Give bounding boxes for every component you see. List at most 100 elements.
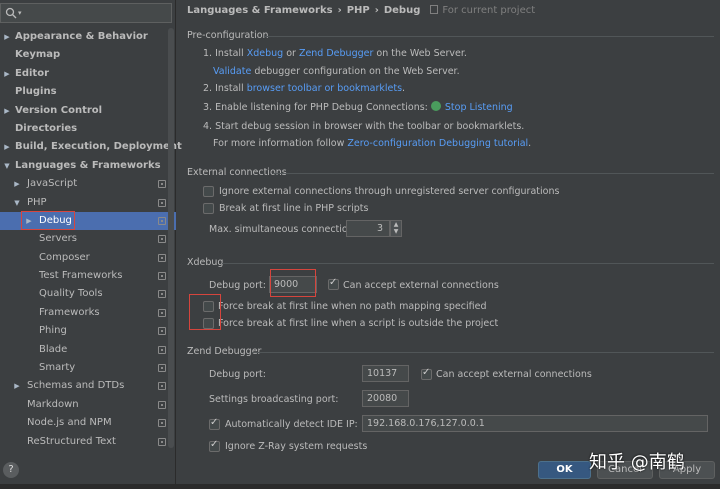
stop-listening-link[interactable]: Stop Listening: [445, 102, 513, 113]
zend-accept-label: Can accept external connections: [436, 369, 592, 380]
zend-accept-checkbox[interactable]: [421, 367, 432, 380]
sidebar-item-phing[interactable]: Phing: [0, 322, 176, 340]
ide-ip-input[interactable]: 192.168.0.176,127.0.0.1: [362, 415, 708, 432]
section-xdebug: Xdebug: [187, 257, 224, 268]
step1-tail: on the Web Server.: [373, 48, 467, 59]
sidebar-item-languages-frameworks[interactable]: ▼ Languages & Frameworks: [0, 157, 176, 175]
broadcast-port-input[interactable]: 20080: [362, 390, 409, 407]
ok-button[interactable]: OK: [538, 461, 591, 479]
validate-link[interactable]: Validate: [213, 66, 251, 77]
divider: [252, 352, 714, 353]
ignore-zray-checkbox[interactable]: [209, 439, 220, 452]
project-settings-icon: [158, 327, 166, 336]
sidebar-item-version-control[interactable]: ▶ Version Control: [0, 102, 176, 120]
divider: [273, 173, 714, 174]
sidebar-item-blade[interactable]: Blade: [0, 341, 176, 359]
sidebar-item-markdown[interactable]: Markdown: [0, 396, 176, 414]
ignore-zray-label: Ignore Z-Ray system requests: [225, 441, 368, 452]
project-settings-icon: [158, 198, 166, 207]
collapsed-arrow-icon[interactable]: ▶: [3, 138, 11, 156]
sidebar-item-restructured-text[interactable]: ReStructured Text: [0, 433, 176, 451]
sidebar-item-php[interactable]: ▼ PHP: [0, 194, 176, 212]
sidebar-item-test-frameworks[interactable]: Test Frameworks: [0, 267, 176, 285]
xdebug-accept-label: Can accept external connections: [343, 280, 499, 291]
tutorial-link[interactable]: Zero-configuration Debugging tutorial: [347, 138, 528, 149]
sidebar-item-smarty[interactable]: Smarty: [0, 359, 176, 377]
sidebar-item-node-js-and-npm[interactable]: Node.js and NPM: [0, 414, 176, 432]
project-settings-icon: [158, 235, 166, 244]
preconfig-step-4: 4. Start debug session in browser with t…: [203, 121, 525, 132]
expanded-arrow-icon[interactable]: ▼: [3, 157, 11, 175]
project-settings-icon: [158, 253, 166, 262]
expanded-arrow-icon[interactable]: ▼: [13, 194, 21, 212]
force-break-outside-label: Force break at first line when a script …: [218, 318, 499, 329]
sidebar-item-quality-tools[interactable]: Quality Tools: [0, 285, 176, 303]
breadcrumb: Languages & Frameworks › PHP › Debug For curr…: [187, 5, 535, 16]
sidebar-item-label: JavaScript: [27, 178, 78, 190]
max-connections-input[interactable]: 3: [346, 220, 390, 237]
sidebar-item-directories[interactable]: Directories: [0, 120, 176, 138]
divider: [264, 36, 714, 37]
collapsed-arrow-icon[interactable]: ▶: [3, 28, 11, 46]
sidebar-item-label: Frameworks: [39, 306, 100, 318]
sidebar-item-label: ReStructured Text: [27, 435, 116, 447]
xdebug-accept-checkbox[interactable]: [328, 277, 339, 290]
detect-ip-checkbox[interactable]: [209, 417, 220, 430]
project-settings-icon: [158, 308, 166, 317]
sidebar-item-label: Schemas and DTDs: [27, 380, 125, 392]
sidebar-item-editor[interactable]: ▶ Editor: [0, 65, 176, 83]
collapsed-arrow-icon[interactable]: ▶: [13, 377, 21, 395]
project-settings-icon: [158, 419, 166, 428]
settings-tree: ▶ Appearance & Behavior Keymap ▶ Editor Plugi…: [0, 28, 182, 451]
zend-debugger-link[interactable]: Zend Debugger: [299, 48, 373, 59]
breadcrumb-languages[interactable]: Languages & Frameworks: [187, 5, 333, 16]
project-settings-icon: [158, 400, 166, 409]
sidebar-item-appearance-behavior[interactable]: ▶ Appearance & Behavior: [0, 28, 176, 46]
sidebar-scrollbar[interactable]: [168, 28, 174, 448]
highlight-box-port: [270, 269, 316, 297]
search-field[interactable]: ▾: [0, 3, 172, 23]
max-connections-spinner[interactable]: ▲ ▼: [390, 220, 402, 237]
sidebar-item-schemas-and-dtds[interactable]: ▶ Schemas and DTDs: [0, 377, 176, 395]
more-info-tail: .: [528, 138, 532, 149]
project-scope: For current project: [430, 5, 535, 16]
ignore-external-checkbox[interactable]: [203, 186, 214, 197]
bottom-edge: [0, 484, 720, 489]
sidebar-item-javascript[interactable]: ▶ JavaScript: [0, 175, 176, 193]
sidebar-item-label: Servers: [39, 233, 78, 245]
preconfig-step-2: 2. Install browser toolbar or bookmarkle…: [203, 83, 405, 94]
breadcrumb-php[interactable]: PHP: [347, 5, 370, 16]
settings-content: Languages & Frameworks › PHP › Debug For curr…: [178, 0, 720, 489]
collapsed-arrow-icon[interactable]: ▶: [3, 102, 11, 120]
preconfig-step-1: 1. Install Xdebug or Zend Debugger on th…: [203, 48, 467, 59]
project-settings-icon: [158, 290, 166, 299]
sidebar-item-frameworks[interactable]: Frameworks: [0, 304, 176, 322]
sidebar-item-label: Editor: [15, 67, 49, 79]
collapsed-arrow-icon[interactable]: ▶: [13, 175, 21, 193]
browser-toolbar-link[interactable]: browser toolbar or bookmarklets: [247, 83, 402, 94]
sidebar-item-keymap[interactable]: Keymap: [0, 46, 176, 64]
section-zend-debugger: Zend Debugger: [187, 346, 262, 357]
collapsed-arrow-icon[interactable]: ▶: [3, 65, 11, 83]
sidebar-item-label: Test Frameworks: [39, 270, 123, 282]
validate-line: Validate debugger configuration on the W…: [213, 66, 460, 77]
more-info-text: For more information follow: [213, 138, 348, 149]
help-button[interactable]: ?: [3, 462, 19, 478]
breadcrumb-separator: ›: [374, 5, 379, 16]
sidebar-item-label: Blade: [39, 343, 68, 355]
break-first-line-checkbox[interactable]: [203, 203, 214, 214]
sidebar-item-label: Keymap: [15, 49, 61, 61]
sidebar-item-servers[interactable]: Servers: [0, 230, 176, 248]
sidebar-item-composer[interactable]: Composer: [0, 249, 176, 267]
sidebar-item-plugins[interactable]: Plugins: [0, 83, 176, 101]
sidebar-item-label: Composer: [39, 251, 90, 263]
sidebar-item-label: Build, Execution, Deployment: [15, 141, 182, 153]
sidebar-item-build-execution-deployment[interactable]: ▶ Build, Execution, Deployment: [0, 138, 182, 156]
zend-port-input[interactable]: 10137: [362, 365, 409, 382]
force-break-no-mapping-label: Force break at first line when no path m…: [218, 301, 487, 312]
sidebar-item-label: Node.js and NPM: [27, 417, 112, 429]
project-settings-icon: [158, 437, 166, 446]
highlight-box-debug: [21, 211, 75, 230]
section-preconfiguration: Pre-configuration: [187, 30, 269, 41]
xdebug-link[interactable]: Xdebug: [247, 48, 283, 59]
